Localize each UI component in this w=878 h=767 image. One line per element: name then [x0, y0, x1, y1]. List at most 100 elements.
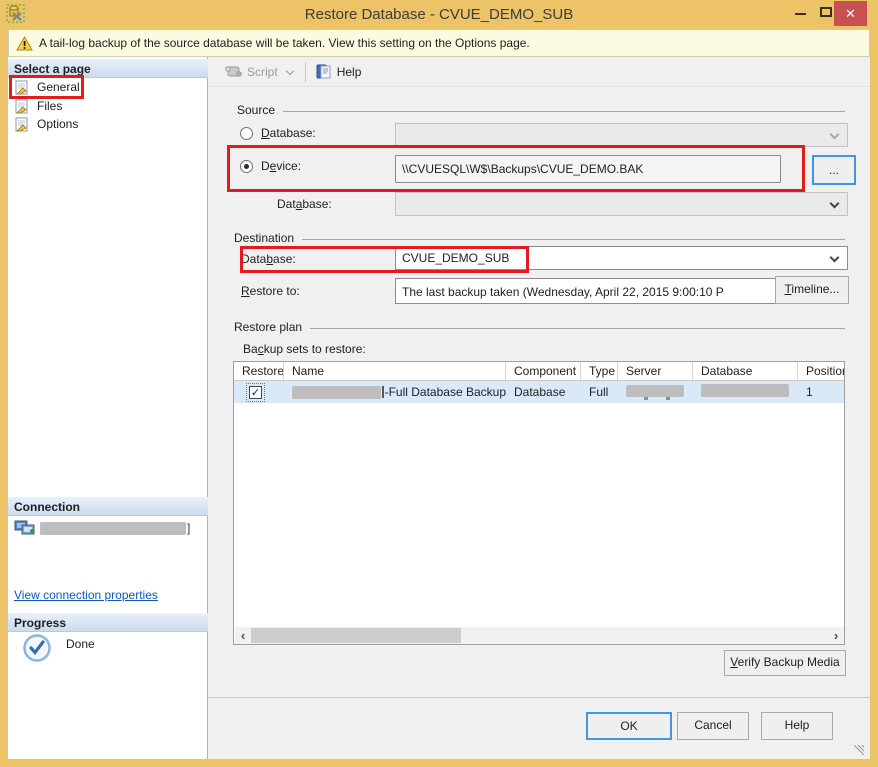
minimize-button[interactable]: [795, 13, 806, 15]
type-cell: Full: [581, 385, 618, 399]
position-cell: 1: [798, 385, 844, 399]
device-radio-label: Device:: [261, 159, 301, 173]
component-cell: Database: [506, 385, 581, 399]
scroll-right-icon[interactable]: ›: [828, 628, 844, 643]
script-label: Script: [247, 65, 278, 79]
page-icon: [15, 117, 31, 132]
ok-button[interactable]: OK: [586, 712, 672, 740]
help-button-toolbar[interactable]: Help: [312, 61, 366, 82]
progress-header: Progress: [8, 613, 208, 632]
connection-server: ]: [14, 519, 190, 537]
chevron-down-icon: [830, 130, 840, 140]
table-row[interactable]: ✓ -Full Database Backup Database Full 1: [234, 381, 844, 403]
source-group: Source: [237, 103, 845, 117]
warning-icon: [16, 36, 33, 51]
scroll-left-icon[interactable]: ‹: [235, 628, 251, 643]
redaction-block: [701, 384, 789, 397]
horizontal-scrollbar[interactable]: ‹ ›: [235, 627, 844, 644]
page-icon: [15, 80, 31, 95]
database-radio[interactable]: [240, 127, 253, 140]
column-header-position[interactable]: Position: [798, 362, 844, 380]
column-header-component[interactable]: Component: [506, 362, 581, 380]
checkbox-focus-rect: ✓: [246, 383, 265, 402]
redaction-block: [626, 385, 684, 397]
destination-database-label: Database:: [241, 252, 296, 266]
server-icon: [14, 519, 36, 537]
source-backup-database-combobox[interactable]: [395, 192, 848, 216]
name-cell-text: -Full Database Backup: [385, 385, 506, 399]
device-path-field[interactable]: \\CVUESQL\W$\Backups\CVUE_DEMO.BAK: [395, 155, 781, 183]
browse-button[interactable]: ...: [812, 155, 856, 185]
sidebar-item-files[interactable]: Files: [10, 97, 180, 115]
done-check-icon: [22, 633, 52, 663]
scrollbar-thumb[interactable]: [251, 628, 461, 643]
warning-banner: A tail-log backup of the source database…: [8, 29, 870, 57]
destination-group-label: Destination: [234, 231, 294, 245]
script-icon: [224, 65, 242, 78]
page-title: Restore Database - CVUE_DEMO_SUB: [0, 6, 878, 23]
restore-to-label: Restore to:: [241, 284, 300, 298]
connection-text-suffix: ]: [187, 521, 190, 535]
source-database-combobox[interactable]: [395, 123, 848, 147]
database-radio-label: Database:: [261, 126, 316, 140]
sidebar: Select a page General Files Optio: [8, 57, 208, 759]
database-cell: [693, 384, 798, 400]
main-panel: Script Help Source Database: Device: \\C…: [208, 57, 870, 759]
sidebar-item-options[interactable]: Options: [10, 115, 180, 133]
select-a-page-header: Select a page: [8, 59, 208, 78]
verify-backup-media-button[interactable]: Verify Backup Media: [724, 650, 846, 676]
column-header-type[interactable]: Type: [581, 362, 618, 380]
restore-plan-group-label: Restore plan: [234, 320, 302, 334]
destination-database-combobox[interactable]: CVUE_DEMO_SUB: [395, 246, 848, 270]
view-connection-properties-link[interactable]: View connection properties: [14, 588, 158, 602]
column-header-name[interactable]: Name: [284, 362, 506, 380]
sidebar-item-label: General: [37, 80, 80, 94]
group-rule: [302, 239, 845, 240]
column-header-server[interactable]: Server: [618, 362, 693, 380]
redaction-block: [292, 386, 381, 399]
redaction-block: [40, 522, 186, 535]
help-label: Help: [337, 65, 362, 79]
group-rule: [310, 328, 845, 329]
script-button[interactable]: Script: [220, 62, 299, 82]
name-cell: -Full Database Backup: [284, 385, 506, 399]
group-rule: [283, 111, 845, 112]
source-database2-label: Database:: [277, 197, 332, 211]
page-icon: [15, 99, 31, 114]
source-group-label: Source: [237, 103, 275, 117]
cancel-button[interactable]: Cancel: [677, 712, 749, 740]
toolbar: Script Help: [208, 57, 870, 87]
toolbar-separator: [305, 62, 306, 82]
destination-database-value: CVUE_DEMO_SUB: [402, 251, 509, 265]
backup-sets-table: Restore Name Component Type Server Datab…: [233, 361, 845, 645]
redaction-block: [382, 386, 384, 398]
close-button[interactable]: ✕: [834, 1, 867, 26]
sidebar-item-label: Files: [37, 99, 62, 113]
help-button[interactable]: Help: [761, 712, 833, 740]
sidebar-item-general[interactable]: General: [10, 78, 180, 96]
warning-text: A tail-log backup of the source database…: [39, 36, 530, 50]
script-dropdown-chevron-icon[interactable]: [285, 66, 293, 74]
progress-status: Done: [22, 633, 95, 663]
footer-separator: [208, 697, 870, 698]
restore-cell: ✓: [234, 383, 284, 402]
sidebar-item-label: Options: [37, 117, 78, 131]
resize-grip[interactable]: [854, 745, 864, 755]
restore-plan-group: Restore plan: [234, 320, 845, 334]
column-header-restore[interactable]: Restore: [234, 362, 284, 380]
device-radio[interactable]: [240, 160, 253, 173]
help-icon: [316, 64, 332, 79]
column-header-database[interactable]: Database: [693, 362, 798, 380]
done-label: Done: [66, 637, 95, 659]
server-cell: [618, 385, 693, 400]
chevron-down-icon: [830, 199, 840, 209]
backup-sets-label: Backup sets to restore:: [243, 342, 366, 356]
timeline-button[interactable]: Timeline...: [775, 276, 849, 304]
maximize-button[interactable]: [820, 7, 832, 17]
restore-checkbox[interactable]: ✓: [249, 386, 262, 399]
table-header-row: Restore Name Component Type Server Datab…: [234, 362, 844, 381]
restore-to-field[interactable]: The last backup taken (Wednesday, April …: [395, 278, 781, 304]
chevron-down-icon: [830, 253, 840, 263]
title-bar: Restore Database - CVUE_DEMO_SUB ✕: [0, 0, 878, 28]
destination-group: Destination: [234, 231, 845, 245]
